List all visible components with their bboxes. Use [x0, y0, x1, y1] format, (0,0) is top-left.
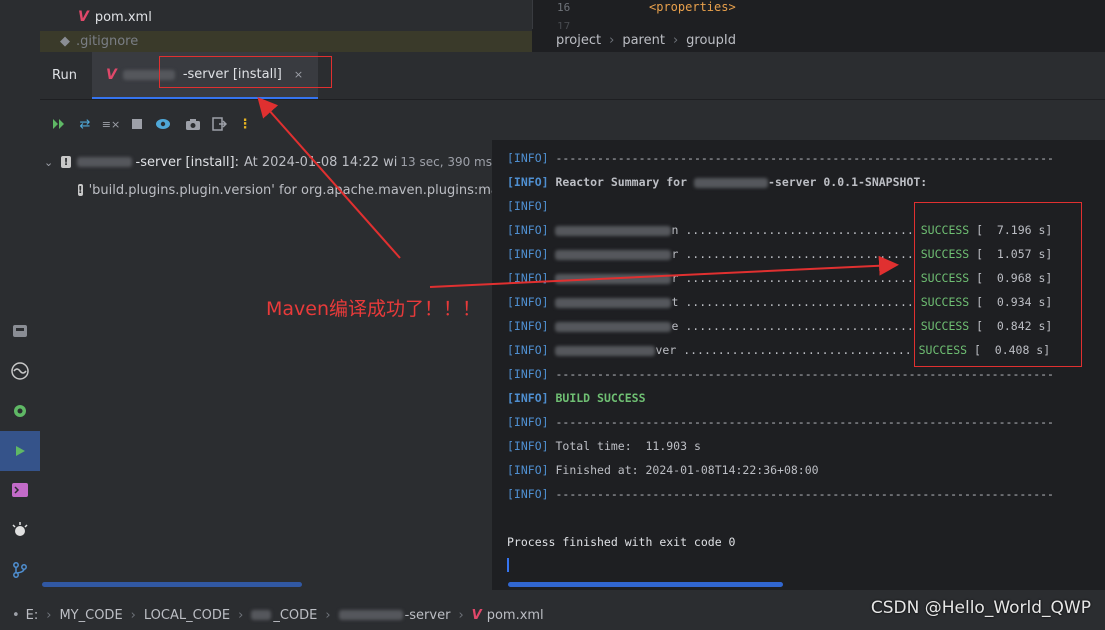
path-segment[interactable]: pom.xml	[487, 608, 544, 623]
chevron-right-icon: ›	[238, 607, 244, 623]
annotation-arrows	[257, 97, 899, 288]
path-segment[interactable]: MY_CODE	[59, 608, 122, 623]
chevron-right-icon: ›	[130, 607, 136, 623]
path-segment[interactable]: _CODE	[273, 608, 317, 623]
path-segment[interactable]: LOCAL_CODE	[144, 608, 230, 623]
arrow-to-tab	[257, 97, 401, 259]
annotation-text: Maven编译成功了！！！	[266, 298, 482, 320]
path-segment[interactable]: E:	[26, 608, 39, 623]
chevron-right-icon: ›	[458, 607, 464, 623]
chevron-right-icon: ›	[325, 607, 331, 623]
maven-icon: V	[471, 607, 482, 623]
arrow-to-success	[429, 255, 899, 288]
redacted-text	[251, 610, 272, 620]
watermark: CSDN @Hello_World_QWP	[870, 598, 1091, 618]
chevron-right-icon: ›	[46, 607, 52, 623]
dot-icon: •	[12, 607, 20, 623]
path-segment[interactable]: -server	[405, 608, 451, 623]
redacted-text	[338, 610, 403, 620]
